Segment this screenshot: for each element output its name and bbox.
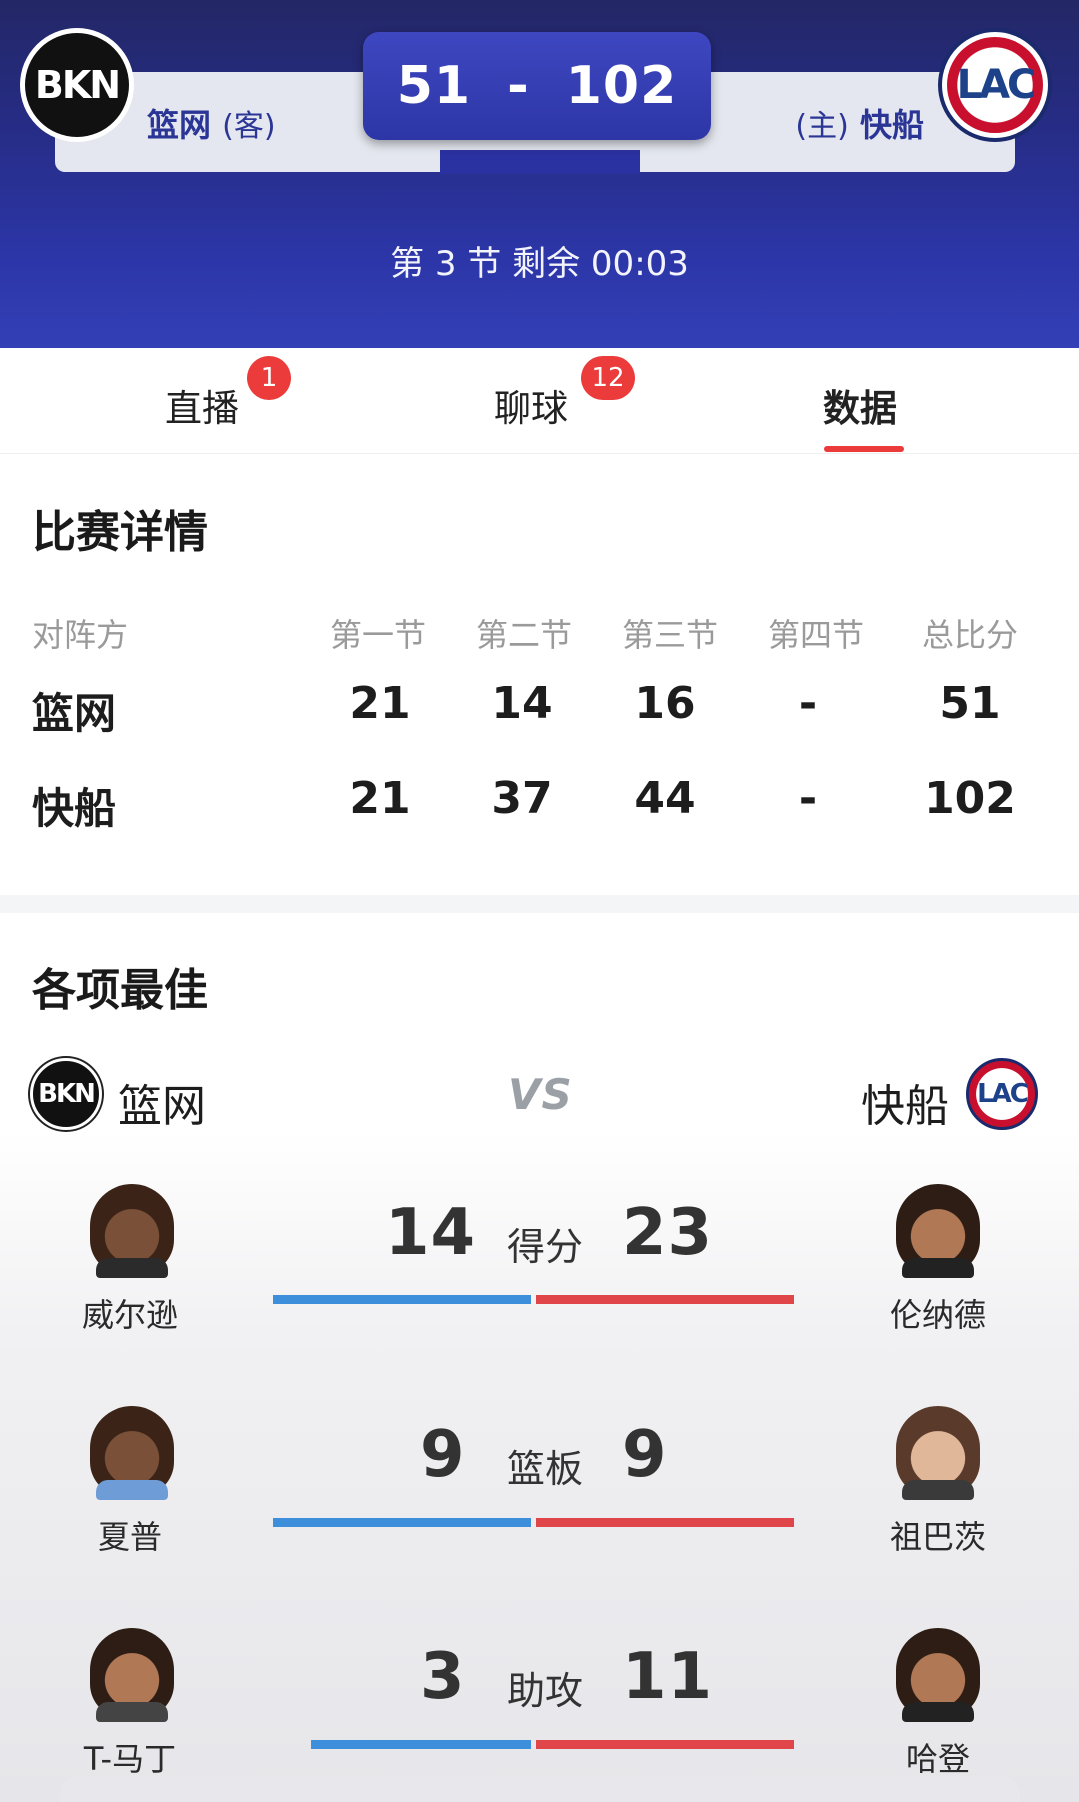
- cell-away-total: 51: [939, 678, 1001, 729]
- points-away-player[interactable]: 威尔逊: [30, 1290, 230, 1336]
- row-team-away: 篮网: [32, 689, 117, 738]
- match-details-title: 比赛详情: [32, 507, 208, 558]
- home-team-logo-text: LAC: [947, 37, 1043, 133]
- best-players-title: 各项最佳: [32, 965, 208, 1016]
- home-team-logo-icon[interactable]: LAC: [938, 28, 1052, 142]
- live-badge: 1: [247, 356, 291, 400]
- active-tab-indicator: [824, 446, 904, 452]
- assists-home-value: 11: [622, 1640, 714, 1714]
- assists-home-bar: [536, 1740, 794, 1749]
- away-team-name-text: 篮网: [147, 106, 212, 144]
- jersey: [96, 1480, 168, 1500]
- points-home-player[interactable]: 伦纳德: [838, 1290, 1038, 1336]
- points-away-value: 14: [385, 1196, 477, 1270]
- player-avatar-icon[interactable]: [896, 1184, 980, 1278]
- rebounds-home-value: 9: [622, 1418, 668, 1492]
- jersey: [902, 1702, 974, 1722]
- row-team-home: 快船: [32, 784, 117, 833]
- cell-home-q4: -: [798, 773, 818, 824]
- score-band-notch: [440, 150, 640, 174]
- best-home-team-name: 快船: [861, 1081, 949, 1132]
- cell-home-total: 102: [924, 773, 1016, 824]
- assists-away-player[interactable]: T-马丁: [30, 1734, 230, 1780]
- home-team-name-text: 快船: [859, 106, 924, 144]
- period-clock: 第 3 节 剩余 00:03: [390, 244, 689, 284]
- tab-live[interactable]: 直播: [165, 378, 239, 432]
- player-avatar-icon[interactable]: [90, 1406, 174, 1500]
- rebounds-away-player[interactable]: 夏普: [30, 1512, 230, 1558]
- col-header-q1: 第一节: [330, 616, 427, 654]
- jersey: [96, 1258, 168, 1278]
- home-team-name[interactable]: (主) 快船: [795, 100, 924, 146]
- rebounds-home-bar: [536, 1518, 794, 1527]
- col-header-team: 对阵方: [32, 616, 129, 654]
- assists-home-player[interactable]: 哈登: [838, 1734, 1038, 1780]
- cell-home-q3: 44: [634, 773, 696, 824]
- game-header: BKN 篮网 (客) 51 - 102 (主) 快船 LAC 第 3 节 剩余 …: [0, 0, 1079, 348]
- away-team-name[interactable]: 篮网 (客): [147, 100, 276, 146]
- rebounds-away-bar: [273, 1518, 531, 1527]
- cell-home-q1: 21: [349, 773, 411, 824]
- cell-away-q1: 21: [349, 678, 411, 729]
- col-header-total: 总比分: [922, 616, 1019, 654]
- player-avatar-icon[interactable]: [896, 1406, 980, 1500]
- scoreboard: 51 - 102: [363, 32, 711, 140]
- tab-bar: 直播 聊球 数据: [0, 348, 1079, 454]
- home-team-small-logo-icon: LAC: [966, 1058, 1038, 1130]
- away-small-logo-text: BKN: [38, 1079, 96, 1109]
- best-away-team-name: 篮网: [118, 1081, 206, 1132]
- assists-label: 助攻: [506, 1669, 583, 1713]
- cell-away-q2: 14: [491, 678, 553, 729]
- tab-chat[interactable]: 聊球: [494, 378, 568, 432]
- jersey: [902, 1258, 974, 1278]
- points-label: 得分: [506, 1225, 583, 1269]
- score-separator: -: [507, 56, 530, 116]
- home-small-logo-text: LAC: [977, 1079, 1029, 1109]
- tab-data[interactable]: 数据: [823, 378, 897, 432]
- vs-label: VS: [508, 1070, 573, 1119]
- assists-away-bar: [311, 1740, 531, 1749]
- bottom-card: [60, 1776, 1020, 1802]
- player-avatar-icon[interactable]: [90, 1628, 174, 1722]
- away-team-logo-text: BKN: [25, 33, 129, 137]
- home-tag: (主): [795, 109, 849, 144]
- jersey: [902, 1480, 974, 1500]
- rebounds-label: 篮板: [506, 1447, 583, 1491]
- away-team-small-logo-icon: BKN: [30, 1058, 102, 1130]
- away-team-logo-icon[interactable]: BKN: [20, 28, 134, 142]
- rebounds-home-player[interactable]: 祖巴茨: [838, 1512, 1038, 1558]
- away-tag: (客): [222, 109, 276, 144]
- cell-home-q2: 37: [491, 773, 553, 824]
- player-avatar-icon[interactable]: [90, 1184, 174, 1278]
- section-divider: [0, 895, 1079, 913]
- assists-away-value: 3: [420, 1640, 466, 1714]
- cell-away-q4: -: [798, 678, 818, 729]
- jersey: [96, 1702, 168, 1722]
- points-home-bar: [536, 1295, 794, 1304]
- player-avatar-icon[interactable]: [896, 1628, 980, 1722]
- col-header-q2: 第二节: [476, 616, 573, 654]
- away-score: 51: [396, 56, 472, 116]
- points-away-bar: [273, 1295, 531, 1304]
- home-score: 102: [565, 56, 678, 116]
- chat-badge: 12: [581, 356, 635, 400]
- cell-away-q3: 16: [634, 678, 696, 729]
- rebounds-away-value: 9: [420, 1418, 466, 1492]
- col-header-q3: 第三节: [622, 616, 719, 654]
- col-header-q4: 第四节: [768, 616, 865, 654]
- points-home-value: 23: [622, 1196, 714, 1270]
